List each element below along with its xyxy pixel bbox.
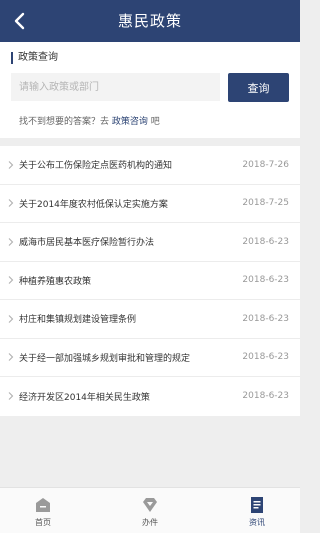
tab-tasks[interactable]: 办件 (120, 488, 180, 533)
tab-label: 资讯 (249, 518, 265, 527)
list-item[interactable]: 关于公布工伤保险定点医药机构的通知 2018-7-26 (0, 146, 300, 185)
bottom-tab-bar: 首页 办件 资讯 (0, 487, 300, 533)
consult-link[interactable]: 政策咨询 (112, 117, 148, 127)
policy-title: 种植养殖惠农政策 (19, 276, 92, 287)
chevron-right-icon (8, 160, 14, 169)
chevron-right-icon (8, 392, 14, 401)
chevron-right-icon (8, 353, 14, 362)
list-item[interactable]: 威海市居民基本医疗保险暂行办法 2018-6-23 (0, 223, 300, 262)
policy-date: 2018-7-25 (242, 198, 289, 209)
policy-date: 2018-7-26 (242, 159, 289, 170)
diamond-icon (143, 498, 157, 512)
policy-title: 关于2014年度农村低保认定实施方案 (19, 199, 168, 210)
policy-date: 2018-6-23 (242, 236, 289, 247)
tab-label: 办件 (142, 518, 158, 527)
list-item[interactable]: 经济开发区2014年相关民生政策 2018-6-23 (0, 377, 300, 416)
tab-news[interactable]: 资讯 (227, 488, 287, 533)
policy-list: 关于公布工伤保险定点医药机构的通知 2018-7-26 关于2014年度农村低保… (0, 146, 300, 416)
policy-date: 2018-6-23 (242, 352, 289, 363)
search-input[interactable] (11, 73, 220, 101)
tab-home[interactable]: 首页 (13, 488, 73, 533)
list-item[interactable]: 关于2014年度农村低保认定实施方案 2018-7-25 (0, 185, 300, 223)
policy-title: 关于公布工伤保险定点医药机构的通知 (19, 161, 173, 172)
hint-text: 找不到想要的答案？去 政策咨询 吧 (19, 114, 160, 127)
policy-title: 经济开发区2014年相关民生政策 (19, 392, 150, 403)
section-title: 政策查询 (11, 51, 58, 65)
policy-title: 威海市居民基本医疗保险暂行办法 (19, 238, 155, 249)
top-bar: 惠民政策 (0, 0, 300, 42)
news-icon (251, 497, 263, 513)
policy-date: 2018-6-23 (242, 313, 289, 324)
list-item[interactable]: 种植养殖惠农政策 2018-6-23 (0, 262, 300, 300)
tab-label: 首页 (35, 518, 51, 527)
chevron-right-icon (8, 276, 14, 285)
chevron-right-icon (8, 237, 14, 246)
chevron-right-icon (8, 314, 14, 323)
policy-title: 关于经一部加强城乡规划审批和管理的规定 (19, 353, 191, 364)
chevron-right-icon (8, 199, 14, 208)
hint-suffix: 吧 (150, 117, 160, 127)
hint-prefix: 找不到想要的答案？去 (19, 117, 110, 127)
page-title: 惠民政策 (117, 12, 182, 30)
policy-title: 村庄和集镇规划建设管理条例 (19, 315, 137, 326)
home-icon (36, 498, 50, 512)
query-button[interactable]: 查询 (228, 73, 289, 102)
query-panel: 政策查询 查询 找不到想要的答案？去 政策咨询 吧 (0, 42, 300, 138)
policy-date: 2018-6-23 (242, 391, 289, 402)
list-item[interactable]: 关于经一部加强城乡规划审批和管理的规定 2018-6-23 (0, 339, 300, 377)
list-item[interactable]: 村庄和集镇规划建设管理条例 2018-6-23 (0, 300, 300, 339)
policy-date: 2018-6-23 (242, 275, 289, 286)
